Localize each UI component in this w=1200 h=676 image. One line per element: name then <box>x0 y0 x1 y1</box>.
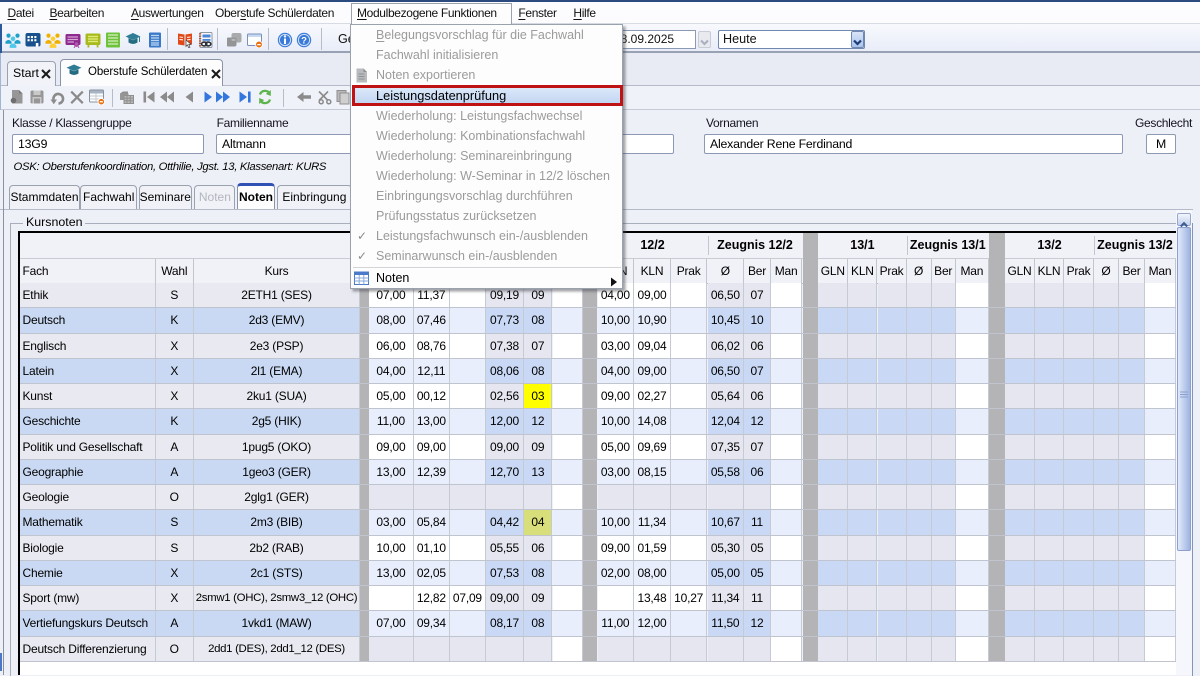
svg-text:?: ? <box>301 35 307 46</box>
